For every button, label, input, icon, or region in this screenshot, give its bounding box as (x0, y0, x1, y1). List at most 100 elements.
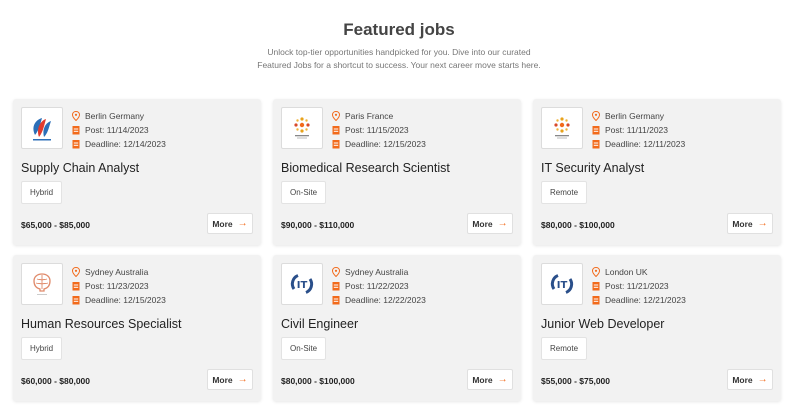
job-meta: Berlin Germany Post: 11/14/2023 Deadline… (71, 109, 166, 151)
arrow-right-icon: → (757, 218, 768, 229)
job-card: IT Sydney Australia Post: 11/22/2023 Dea… (273, 255, 521, 401)
blue-red-leaf-logo-icon (33, 118, 51, 141)
more-button[interactable]: More → (207, 369, 253, 390)
subtitle-line-1: Unlock top-tier opportunities handpicked… (267, 47, 531, 57)
calendar-icon (591, 125, 601, 135)
job-title[interactable]: Biomedical Research Scientist (281, 161, 450, 175)
svg-text:IT: IT (557, 280, 568, 291)
company-logo: IT (281, 263, 323, 305)
more-button-label: More (472, 374, 493, 385)
job-location: Berlin Germany (605, 111, 665, 121)
section-subtitle: Unlock top-tier opportunities handpicked… (0, 46, 798, 72)
location-pin-icon (71, 111, 81, 121)
job-location: London UK (605, 267, 648, 277)
calendar-icon (331, 125, 341, 135)
company-logo (281, 107, 323, 149)
job-post-date: Post: 11/15/2023 (345, 125, 409, 135)
more-button-label: More (212, 218, 233, 229)
job-location: Paris France (345, 111, 394, 121)
job-location: Sydney Australia (85, 267, 149, 277)
more-button[interactable]: More → (207, 213, 253, 234)
job-deadline: Deadline: 12/15/2023 (345, 139, 426, 149)
job-card: Paris France Post: 11/15/2023 Deadline: … (273, 99, 521, 245)
arrow-right-icon: → (237, 218, 248, 229)
job-post-date: Post: 11/22/2023 (345, 281, 409, 291)
it-logo-icon: IT (550, 274, 574, 294)
it-logo-icon: IT (290, 274, 314, 294)
section-title: Featured jobs (343, 20, 455, 39)
job-deadline: Deadline: 12/22/2023 (345, 295, 426, 305)
calendar-icon (71, 125, 81, 135)
more-button[interactable]: More → (727, 213, 773, 234)
job-card: Sydney Australia Post: 11/23/2023 Deadli… (13, 255, 261, 401)
job-meta: Sydney Australia Post: 11/22/2023 Deadli… (331, 265, 426, 307)
location-pin-icon (71, 267, 81, 277)
job-post-date: Post: 11/21/2023 (605, 281, 669, 291)
salary-range: $80,000 - $100,000 (281, 376, 355, 386)
jobs-grid: Berlin Germany Post: 11/14/2023 Deadline… (13, 99, 783, 401)
calendar-icon (591, 281, 601, 291)
job-deadline: Deadline: 12/14/2023 (85, 139, 166, 149)
svg-text:IT: IT (297, 280, 308, 291)
calendar-icon (71, 139, 81, 149)
calendar-icon (71, 295, 81, 305)
job-location: Berlin Germany (85, 111, 145, 121)
calendar-icon (331, 139, 341, 149)
job-post-date: Post: 11/14/2023 (85, 125, 149, 135)
job-card: Berlin Germany Post: 11/11/2023 Deadline… (533, 99, 781, 245)
connect-dots-logo-icon (554, 117, 570, 139)
job-title[interactable]: Human Resources Specialist (21, 317, 182, 331)
salary-range: $65,000 - $85,000 (21, 220, 91, 230)
job-meta: Sydney Australia Post: 11/23/2023 Deadli… (71, 265, 166, 307)
job-title[interactable]: Junior Web Developer (541, 317, 664, 331)
salary-range: $90,000 - $110,000 (281, 220, 355, 230)
job-title[interactable]: Supply Chain Analyst (21, 161, 139, 175)
calendar-icon (331, 281, 341, 291)
company-logo (21, 263, 63, 305)
brain-logo-icon (33, 273, 51, 295)
job-deadline: Deadline: 12/15/2023 (85, 295, 166, 305)
more-button-label: More (732, 374, 753, 385)
salary-range: $60,000 - $80,000 (21, 376, 91, 386)
job-card: Berlin Germany Post: 11/14/2023 Deadline… (13, 99, 261, 245)
salary-range: $80,000 - $100,000 (541, 220, 615, 230)
connect-dots-logo-icon (294, 117, 310, 139)
company-logo: IT (541, 263, 583, 305)
location-pin-icon (331, 111, 341, 121)
more-button-label: More (732, 218, 753, 229)
subtitle-line-2: Featured Jobs for a shortcut to success.… (257, 60, 541, 70)
job-card: IT London UK Post: 11/21/2023 Deadline: … (533, 255, 781, 401)
job-post-date: Post: 11/23/2023 (85, 281, 149, 291)
calendar-icon (591, 295, 601, 305)
arrow-right-icon: → (497, 374, 508, 385)
more-button-label: More (212, 374, 233, 385)
work-type-badge: Hybrid (21, 181, 63, 204)
work-type-badge: Hybrid (21, 337, 63, 360)
arrow-right-icon: → (237, 374, 248, 385)
job-title[interactable]: Civil Engineer (281, 317, 358, 331)
job-post-date: Post: 11/11/2023 (605, 125, 669, 135)
more-button[interactable]: More → (727, 369, 773, 390)
calendar-icon (71, 281, 81, 291)
calendar-icon (591, 139, 601, 149)
job-meta: London UK Post: 11/21/2023 Deadline: 12/… (591, 265, 686, 307)
job-title[interactable]: IT Security Analyst (541, 161, 644, 175)
job-location: Sydney Australia (345, 267, 409, 277)
company-logo (21, 107, 63, 149)
job-deadline: Deadline: 12/11/2023 (605, 139, 686, 149)
work-type-badge: Remote (541, 181, 588, 204)
company-logo (541, 107, 583, 149)
work-type-badge: On-Site (281, 337, 327, 360)
salary-range: $55,000 - $75,000 (541, 376, 611, 386)
work-type-badge: On-Site (281, 181, 327, 204)
more-button[interactable]: More → (467, 213, 513, 234)
job-deadline: Deadline: 12/21/2023 (605, 295, 686, 305)
location-pin-icon (591, 267, 601, 277)
location-pin-icon (331, 267, 341, 277)
more-button[interactable]: More → (467, 369, 513, 390)
more-button-label: More (472, 218, 493, 229)
arrow-right-icon: → (497, 218, 508, 229)
calendar-icon (331, 295, 341, 305)
job-meta: Paris France Post: 11/15/2023 Deadline: … (331, 109, 426, 151)
work-type-badge: Remote (541, 337, 588, 360)
